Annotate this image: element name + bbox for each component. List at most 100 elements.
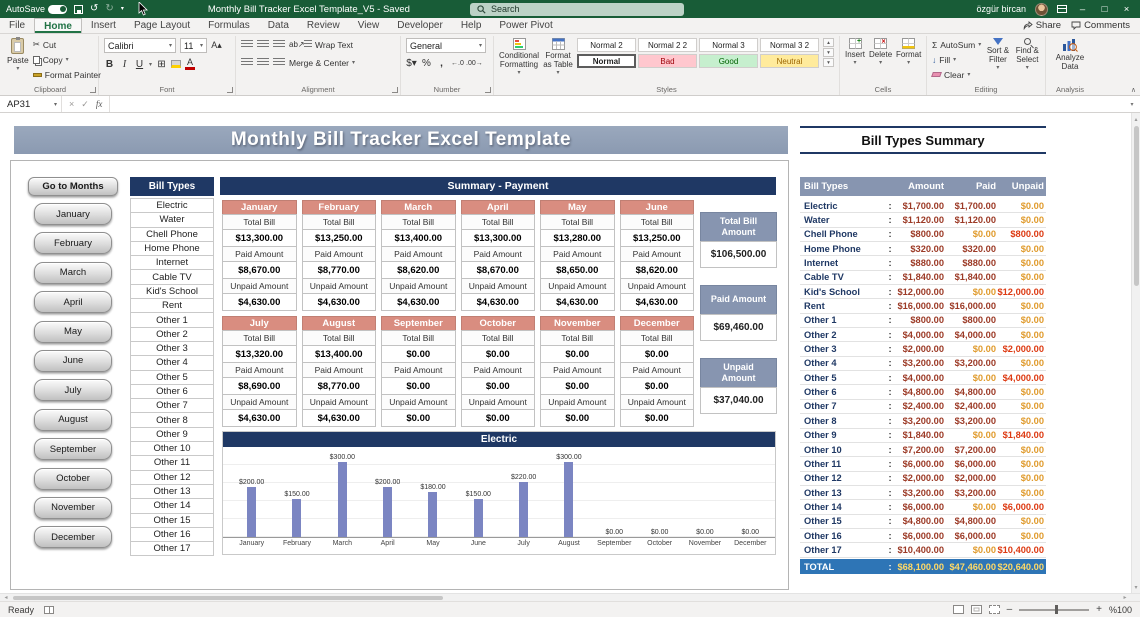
goto-february-button[interactable]: February: [34, 232, 112, 255]
horizontal-scroll-thumb[interactable]: [13, 595, 443, 600]
goto-july-button[interactable]: July: [34, 379, 112, 402]
clear-button[interactable]: Clear ▾: [931, 68, 981, 81]
enter-icon[interactable]: ✓: [81, 99, 89, 110]
scroll-right-icon[interactable]: ▸: [1120, 594, 1130, 601]
goto-september-button[interactable]: September: [34, 438, 112, 461]
align-right-icon[interactable]: [273, 58, 285, 67]
save-icon[interactable]: [74, 4, 84, 14]
copy-button[interactable]: Copy ▾: [32, 53, 101, 66]
font-color-icon[interactable]: A: [185, 58, 196, 70]
percent-style-icon[interactable]: %: [421, 58, 432, 69]
insert-cells-button[interactable]: + Insert ▾: [845, 38, 865, 67]
scroll-left-icon[interactable]: ◂: [1, 594, 11, 601]
decrease-decimal-icon[interactable]: .00→: [466, 60, 483, 67]
zoom-level[interactable]: %100: [1109, 605, 1132, 615]
format-cells-button[interactable]: Format ▾: [896, 38, 921, 67]
comma-style-icon[interactable]: ,: [436, 58, 447, 69]
tab-formulas[interactable]: Formulas: [199, 18, 259, 33]
qat-customize-icon[interactable]: ▾: [121, 6, 124, 12]
alignment-dialog-launcher[interactable]: [392, 87, 398, 93]
tab-help[interactable]: Help: [452, 18, 491, 33]
italic-button[interactable]: I: [119, 59, 130, 70]
align-left-icon[interactable]: [241, 58, 253, 67]
autosum-button[interactable]: Σ AutoSum ▾: [932, 38, 981, 51]
analyze-data-button[interactable]: Analyze Data: [1051, 38, 1089, 71]
minimize-button[interactable]: –: [1076, 4, 1089, 15]
clipboard-dialog-launcher[interactable]: [90, 87, 96, 93]
tab-data[interactable]: Data: [259, 18, 298, 33]
goto-january-button[interactable]: January: [34, 203, 112, 225]
scroll-down-icon[interactable]: ▾: [1132, 582, 1140, 592]
user-name[interactable]: özgür bircan: [976, 4, 1026, 14]
scroll-up-icon[interactable]: ▴: [1132, 114, 1140, 124]
redo-icon[interactable]: ↻: [105, 4, 113, 14]
delete-cells-button[interactable]: × Delete ▾: [869, 38, 892, 67]
number-dialog-launcher[interactable]: [485, 87, 491, 93]
wrap-text-button[interactable]: Wrap Text: [304, 38, 353, 51]
gallery-more-icon[interactable]: ▾: [823, 58, 834, 67]
close-button[interactable]: ×: [1120, 4, 1133, 15]
fill-button[interactable]: ↓ Fill ▾: [932, 53, 981, 66]
name-box[interactable]: AP31 ▾: [0, 96, 62, 112]
bold-button[interactable]: B: [104, 59, 115, 70]
name-box-dropdown-icon[interactable]: ▾: [54, 101, 57, 108]
tab-insert[interactable]: Insert: [82, 18, 125, 33]
accounting-format-icon[interactable]: $▾: [406, 58, 417, 69]
cell-style-neutral[interactable]: Neutral: [760, 54, 819, 68]
cell-style-normal-2[interactable]: Normal 2: [577, 38, 636, 52]
comments-button[interactable]: Comments: [1071, 20, 1130, 31]
cancel-icon[interactable]: ×: [69, 99, 74, 109]
align-top-icon[interactable]: [241, 40, 253, 49]
cell-style-good[interactable]: Good: [699, 54, 758, 68]
tab-view[interactable]: View: [349, 18, 389, 33]
orientation-icon[interactable]: ab↗: [289, 40, 305, 49]
font-family-select[interactable]: Calibri ▾: [104, 38, 176, 53]
vertical-scroll-thumb[interactable]: [1133, 126, 1139, 286]
gallery-up-icon[interactable]: ▴: [823, 38, 834, 47]
macro-record-icon[interactable]: [44, 605, 55, 614]
cell-style-normal[interactable]: Normal: [577, 54, 636, 68]
conditional-formatting-button[interactable]: Conditional Formatting ▾: [499, 38, 539, 77]
page-layout-view-icon[interactable]: [970, 605, 982, 614]
search-input[interactable]: Search: [470, 2, 684, 16]
font-dialog-launcher[interactable]: [227, 87, 233, 93]
borders-icon[interactable]: ⊞: [156, 59, 167, 70]
collapse-ribbon-button[interactable]: ∧: [1131, 86, 1136, 94]
autosave-toggle[interactable]: AutoSave: [6, 4, 68, 14]
find-select-button[interactable]: Find & Select ▾: [1015, 38, 1040, 72]
merge-center-button[interactable]: Merge & Center ▾: [289, 56, 355, 69]
align-center-icon[interactable]: [257, 58, 269, 67]
goto-august-button[interactable]: August: [34, 408, 112, 431]
fill-color-icon[interactable]: [171, 60, 182, 68]
tab-review[interactable]: Review: [298, 18, 349, 33]
maximize-button[interactable]: □: [1098, 4, 1111, 15]
ribbon-display-options-icon[interactable]: [1057, 5, 1067, 13]
zoom-slider-thumb[interactable]: [1055, 605, 1059, 614]
tab-home[interactable]: Home: [34, 18, 82, 33]
goto-november-button[interactable]: November: [34, 496, 112, 519]
undo-icon[interactable]: ↺: [90, 4, 98, 14]
tab-power-pivot[interactable]: Power Pivot: [490, 18, 561, 33]
number-format-select[interactable]: General ▾: [406, 38, 486, 53]
zoom-in-icon[interactable]: +: [1096, 604, 1102, 615]
sort-filter-button[interactable]: Sort & Filter ▾: [985, 38, 1010, 72]
zoom-slider[interactable]: [1019, 605, 1090, 614]
cell-style-normal-3[interactable]: Normal 3: [699, 38, 758, 52]
vertical-scrollbar[interactable]: ▴ ▾: [1131, 113, 1140, 593]
horizontal-scrollbar[interactable]: ◂ ▸: [0, 593, 1140, 601]
cell-style-normal-2-2[interactable]: Normal 2 2: [638, 38, 697, 52]
tab-file[interactable]: File: [0, 18, 34, 33]
expand-formula-bar-icon[interactable]: ▾: [1124, 96, 1140, 112]
zoom-out-icon[interactable]: –: [1007, 604, 1013, 615]
cell-style-normal-3-2[interactable]: Normal 3 2: [760, 38, 819, 52]
insert-function-icon[interactable]: fx: [96, 99, 103, 109]
align-middle-icon[interactable]: [257, 40, 269, 49]
worksheet[interactable]: Monthly Bill Tracker Excel Template Bill…: [0, 113, 1140, 593]
increase-decimal-icon[interactable]: ←.0: [451, 60, 464, 67]
normal-view-icon[interactable]: [952, 605, 964, 614]
format-painter-button[interactable]: Format Painter: [32, 68, 101, 81]
increase-font-icon[interactable]: A▴: [211, 40, 222, 51]
cell-style-bad[interactable]: Bad: [638, 54, 697, 68]
paste-button[interactable]: Paste ▾: [7, 37, 29, 72]
tab-developer[interactable]: Developer: [388, 18, 452, 33]
